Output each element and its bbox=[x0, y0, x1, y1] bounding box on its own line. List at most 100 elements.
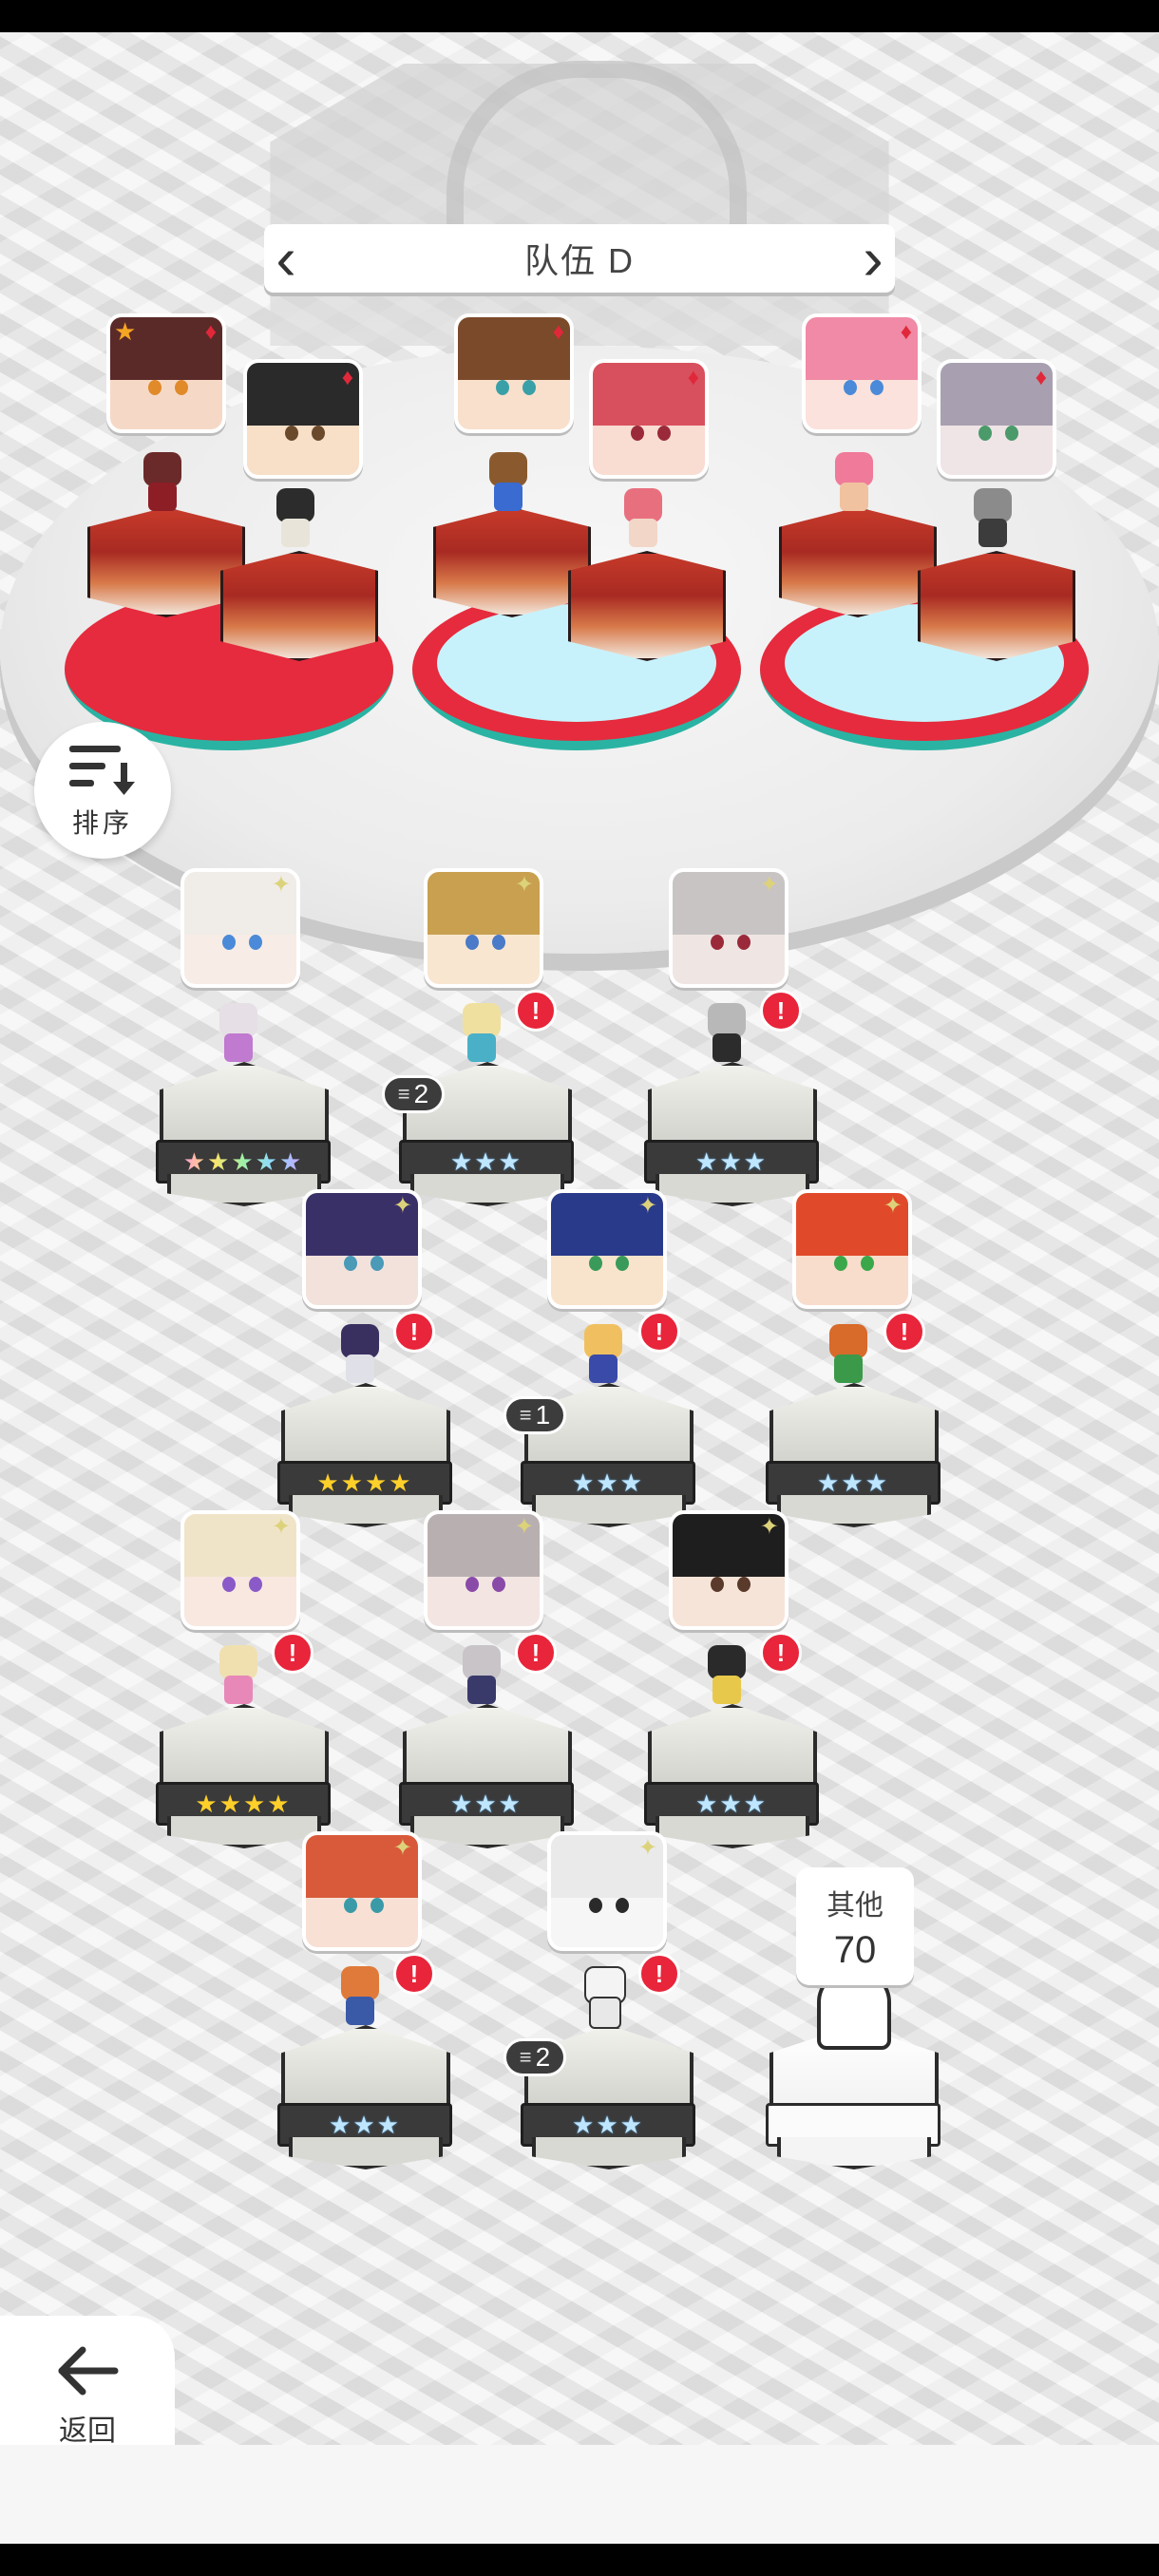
roster-portrait[interactable]: ✦ bbox=[669, 868, 788, 988]
roster-pedestal[interactable]: ★★★ bbox=[277, 2025, 452, 2169]
diamond-suit-icon: ♦ bbox=[341, 365, 353, 390]
rarity-stars: ★★★ bbox=[450, 1147, 522, 1176]
roster-pedestal[interactable]: ★★★★ bbox=[156, 1704, 331, 1848]
roster-portrait[interactable]: ✦ bbox=[180, 1510, 300, 1630]
rarity-stars: ★★★ bbox=[329, 2111, 401, 2139]
roster-portrait[interactable]: ✦ bbox=[669, 1510, 788, 1630]
team-member-portrait[interactable]: ♦ bbox=[243, 359, 363, 479]
team-member-portrait[interactable]: ♦ bbox=[454, 313, 574, 433]
sparkle-icon: ✦ bbox=[759, 1514, 779, 1540]
others-count-bubble[interactable]: 其他 70 bbox=[796, 1867, 914, 1985]
sparkle-icon: ✦ bbox=[514, 872, 534, 898]
alert-badge: ! bbox=[638, 1953, 680, 1995]
arrow-left-icon bbox=[58, 2346, 119, 2396]
layers-icon: ≡ bbox=[519, 1403, 532, 1427]
sparkle-icon: ✦ bbox=[271, 1514, 291, 1540]
roster-sprite bbox=[699, 1003, 754, 1064]
roster-sprite bbox=[454, 1645, 509, 1706]
diamond-suit-icon: ♦ bbox=[204, 319, 217, 345]
roster-sprite bbox=[576, 1966, 631, 2029]
roster-sprite bbox=[332, 1966, 388, 2027]
roster-portrait[interactable]: ✦ bbox=[302, 1831, 422, 1951]
diamond-suit-icon: ♦ bbox=[552, 319, 564, 345]
rarity-stars: ★★★ bbox=[695, 1147, 768, 1176]
team-selector: ‹ 队伍 D › bbox=[264, 224, 895, 293]
roster-pedestal[interactable]: ★★★ bbox=[766, 1383, 940, 1527]
roster-sprite bbox=[211, 1003, 266, 1064]
favorite-star-icon: ★ bbox=[114, 317, 137, 346]
sparkle-icon: ✦ bbox=[759, 872, 779, 898]
prev-team-button[interactable]: ‹ bbox=[264, 224, 308, 293]
team-sprite bbox=[965, 488, 1020, 549]
roster-sprite bbox=[454, 1003, 509, 1064]
game-scene: ‹ 队伍 D › ★ ♦ ♦ ♦ ♦ ♦ ♦ 排序 ★★★★★ ✦ ★★★ ≡ … bbox=[0, 32, 1159, 2445]
roster-pedestal[interactable]: ★★★ bbox=[399, 1704, 574, 1848]
sort-icon bbox=[69, 746, 135, 795]
rarity-stars: ★★★★ bbox=[195, 1790, 292, 1818]
alert-badge: ! bbox=[638, 1311, 680, 1353]
roster-portrait[interactable]: ✦ bbox=[547, 1831, 667, 1951]
rarity-stars: ★★★ bbox=[572, 2111, 644, 2139]
team-block bbox=[220, 551, 378, 661]
roster-sprite bbox=[576, 1324, 631, 1385]
duplicate-count-badge: ≡ 2 bbox=[504, 2038, 566, 2076]
back-button[interactable]: 返回 bbox=[0, 2316, 175, 2445]
rarity-stars: ★★★ bbox=[695, 1790, 768, 1818]
roster-pedestal[interactable]: ★★★★★ bbox=[156, 1062, 331, 1206]
rarity-stars: ★★★ bbox=[572, 1468, 644, 1497]
alert-badge: ! bbox=[884, 1311, 925, 1353]
roster-pedestal[interactable]: ★★★★ bbox=[277, 1383, 452, 1527]
next-team-button[interactable]: › bbox=[851, 224, 895, 293]
rarity-stars: ★★★★ bbox=[316, 1468, 413, 1497]
sort-button[interactable]: 排序 bbox=[34, 722, 171, 859]
team-sprite bbox=[481, 452, 536, 513]
roster-sprite bbox=[699, 1645, 754, 1706]
team-member-portrait[interactable]: ♦ bbox=[802, 313, 922, 433]
alert-badge: ! bbox=[393, 1311, 435, 1353]
roster-portrait[interactable]: ✦ bbox=[302, 1189, 422, 1309]
roster-pedestal[interactable]: ★★★ bbox=[644, 1704, 819, 1848]
alert-badge: ! bbox=[515, 1632, 557, 1674]
team-block bbox=[918, 551, 1075, 661]
sparkle-icon: ✦ bbox=[883, 1193, 902, 1219]
rarity-stars: ★★★ bbox=[817, 1468, 889, 1497]
chevron-left-icon: ‹ bbox=[276, 224, 296, 293]
status-bar bbox=[0, 0, 1159, 32]
team-member-portrait[interactable]: ♦ bbox=[589, 359, 709, 479]
alert-badge: ! bbox=[393, 1953, 435, 1995]
roster-portrait[interactable]: ✦ bbox=[424, 1510, 543, 1630]
team-block bbox=[568, 551, 726, 661]
sparkle-icon: ✦ bbox=[271, 872, 291, 898]
roster-portrait[interactable]: ✦ bbox=[180, 868, 300, 988]
roster-portrait[interactable]: ✦ bbox=[792, 1189, 912, 1309]
system-nav-bar bbox=[0, 2544, 1159, 2576]
sparkle-icon: ✦ bbox=[637, 1193, 657, 1219]
alert-badge: ! bbox=[272, 1632, 314, 1674]
rarity-stars: ★★★ bbox=[450, 1790, 522, 1818]
team-sprite bbox=[616, 488, 671, 549]
roster-portrait[interactable]: ✦ bbox=[547, 1189, 667, 1309]
chevron-right-icon: › bbox=[863, 224, 884, 293]
sparkle-icon: ✦ bbox=[514, 1514, 534, 1540]
team-member-portrait[interactable]: ♦ bbox=[937, 359, 1056, 479]
duplicate-count-badge: ≡ 1 bbox=[504, 1396, 566, 1434]
team-sprite bbox=[135, 452, 190, 513]
others-count: 70 bbox=[833, 1928, 877, 1971]
team-member-portrait[interactable]: ★ ♦ bbox=[106, 313, 226, 433]
sparkle-icon: ✦ bbox=[392, 1835, 412, 1861]
roster-sprite bbox=[211, 1645, 266, 1706]
roster-portrait[interactable]: ✦ bbox=[424, 868, 543, 988]
alert-badge: ! bbox=[515, 990, 557, 1032]
diamond-suit-icon: ♦ bbox=[1035, 365, 1047, 390]
sparkle-icon: ✦ bbox=[392, 1193, 412, 1219]
team-name: 队伍 D bbox=[523, 241, 635, 280]
team-sprite bbox=[826, 452, 882, 513]
duplicate-count-badge: ≡ 2 bbox=[382, 1075, 445, 1113]
sort-label: 排序 bbox=[71, 808, 133, 838]
roster-sprite bbox=[332, 1324, 388, 1385]
back-label: 返回 bbox=[59, 2415, 116, 2445]
alert-badge: ! bbox=[760, 1632, 802, 1674]
layers-icon: ≡ bbox=[397, 1082, 410, 1106]
layers-icon: ≡ bbox=[519, 2045, 532, 2069]
roster-pedestal[interactable]: ★★★ bbox=[644, 1062, 819, 1206]
